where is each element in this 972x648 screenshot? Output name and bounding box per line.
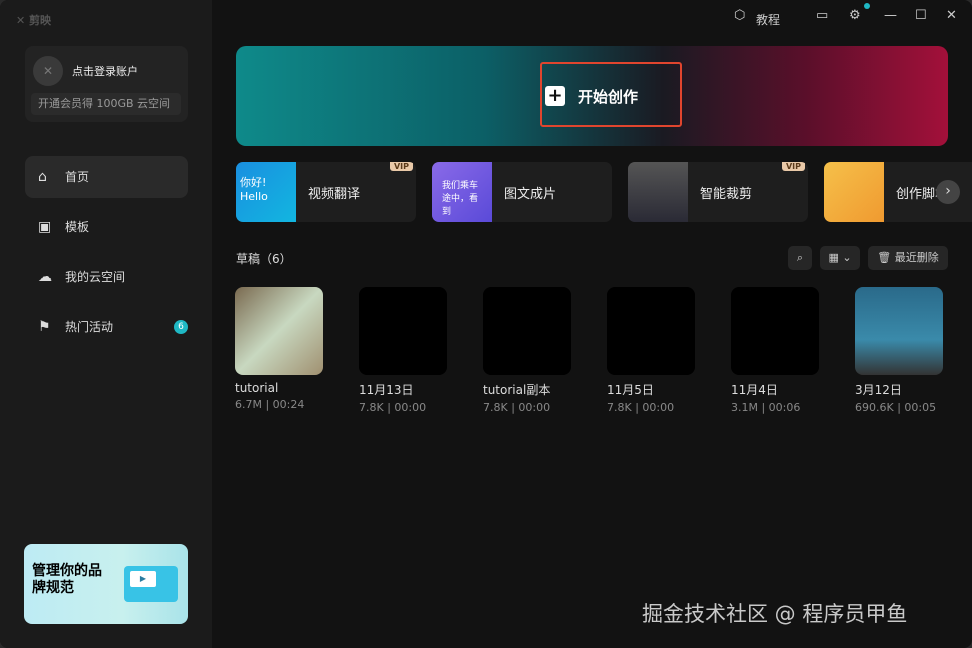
drafts-title: 草稿（6） [236,252,292,266]
tool-text-to-video[interactable]: 我们乘车途中，看到 图文成片 [432,162,612,222]
draft-thumbnail[interactable] [607,287,695,375]
app-logo: ✕ 剪映 [16,14,52,27]
draft-card[interactable]: 11月13日 7.8K | 00:00 [359,287,449,414]
recent-delete-label: 最近删除 [894,251,939,264]
draft-name: tutorial副本 [483,383,551,397]
trash-icon: 🗑 [877,251,892,264]
promo-title: 管理你的品牌规范 [32,563,102,596]
app-window: ✕ 剪映 ✕ 点击登录账户 开通会员得 100GB 云空间 ⌂ 首页 ▣ 模板 ☁ 我… [0,0,972,648]
template-icon: ▣ [38,219,52,235]
watermark: 掘金技术社区 @ 程序员甲鱼 [642,602,908,626]
tool-label: 智能裁剪 [700,187,753,202]
draft-meta: 6.7M | 00:24 [235,398,305,411]
tool-video-translate[interactable]: 你好! Hello 视频翻译 VIP [236,162,416,222]
draft-meta: 7.8K | 00:00 [359,401,427,414]
cloud-icon: ☁ [38,269,52,285]
tool-smart-crop[interactable]: 智能裁剪 VIP [628,162,808,222]
draft-meta: 7.8K | 00:00 [607,401,675,414]
tool-thumbnail: 我们乘车途中，看到 [432,162,492,222]
maximize-button[interactable]: ☐ [915,8,927,23]
sidebar: ✕ 剪映 ✕ 点击登录账户 开通会员得 100GB 云空间 ⌂ 首页 ▣ 模板 ☁ 我… [0,0,212,648]
avatar[interactable]: ✕ [33,56,63,86]
draft-card[interactable]: tutorial副本 7.8K | 00:00 [483,287,573,414]
plus-icon: + [545,86,565,106]
vip-badge: VIP [389,162,413,171]
draft-thumbnail[interactable] [235,287,323,375]
recent-delete-button[interactable]: 🗑 最近删除 [868,246,948,270]
login-link[interactable]: 点击登录账户 [72,63,138,79]
sidebar-item-events[interactable]: ⚑ 热门活动 6 [25,306,188,348]
logo-text: 剪映 [29,14,52,27]
view-toggle-button[interactable]: ▦ ⌄ [820,246,860,270]
draft-name: 11月4日 [731,383,778,397]
sidebar-item-templates[interactable]: ▣ 模板 [25,206,188,248]
minimize-button[interactable]: — [884,8,897,23]
flag-icon: ⚑ [38,319,51,335]
vip-badge: VIP [781,162,805,171]
account-panel[interactable]: ✕ 点击登录账户 开通会员得 100GB 云空间 [25,46,188,122]
draft-thumbnail[interactable] [483,287,571,375]
start-creation-button[interactable]: + 开始创作 [540,62,682,127]
start-creation-label: 开始创作 [578,88,639,106]
sidebar-item-label: 我的云空间 [65,270,126,284]
sidebar-item-cloud[interactable]: ☁ 我的云空间 [25,256,188,298]
draft-meta: 690.6K | 00:05 [855,401,937,414]
tool-thumbnail [824,162,884,222]
carousel-next-button[interactable]: › [936,180,960,204]
search-button[interactable]: ⌕ [788,246,812,270]
draft-card[interactable]: 3月12日 690.6K | 00:05 [855,287,945,414]
settings-icon[interactable]: ⚙ [849,8,861,23]
brand-promo-banner[interactable]: 管理你的品牌规范 ▶ [24,544,188,624]
tutorial-button[interactable]: 教程 [756,11,780,28]
draft-name: 11月5日 [607,383,654,397]
sidebar-item-label: 模板 [65,220,90,234]
sidebar-item-home[interactable]: ⌂ 首页 [25,156,188,198]
home-icon: ⌂ [38,169,47,185]
close-button[interactable]: ✕ [946,8,957,23]
notification-dot [864,3,870,9]
sidebar-item-label: 首页 [65,170,90,184]
draft-meta: 7.8K | 00:00 [483,401,551,414]
vip-promo-button[interactable]: 开通会员得 100GB 云空间 [31,93,181,115]
draft-thumbnail[interactable] [359,287,447,375]
tool-thumbnail [628,162,688,222]
draft-meta: 3.1M | 00:06 [731,401,801,414]
draft-card[interactable]: 11月5日 7.8K | 00:00 [607,287,697,414]
tool-thumbnail: 你好! Hello [236,162,296,222]
play-icon: ▶ [130,571,156,587]
draft-name: 11月13日 [359,383,414,397]
events-badge: 6 [174,320,188,334]
tutorial-icon[interactable]: ⬡ [734,8,745,23]
draft-card[interactable]: 11月4日 3.1M | 00:06 [731,287,821,414]
draft-name: 3月12日 [855,383,902,397]
feedback-icon[interactable]: ▭ [816,8,828,23]
draft-card[interactable]: tutorial 6.7M | 00:24 [235,287,325,411]
tool-label: 视频翻译 [308,187,361,202]
draft-thumbnail[interactable] [731,287,819,375]
draft-name: tutorial [235,381,279,395]
draft-thumbnail[interactable] [855,287,943,375]
sidebar-item-label: 热门活动 [65,320,114,334]
tool-label: 图文成片 [504,187,557,202]
